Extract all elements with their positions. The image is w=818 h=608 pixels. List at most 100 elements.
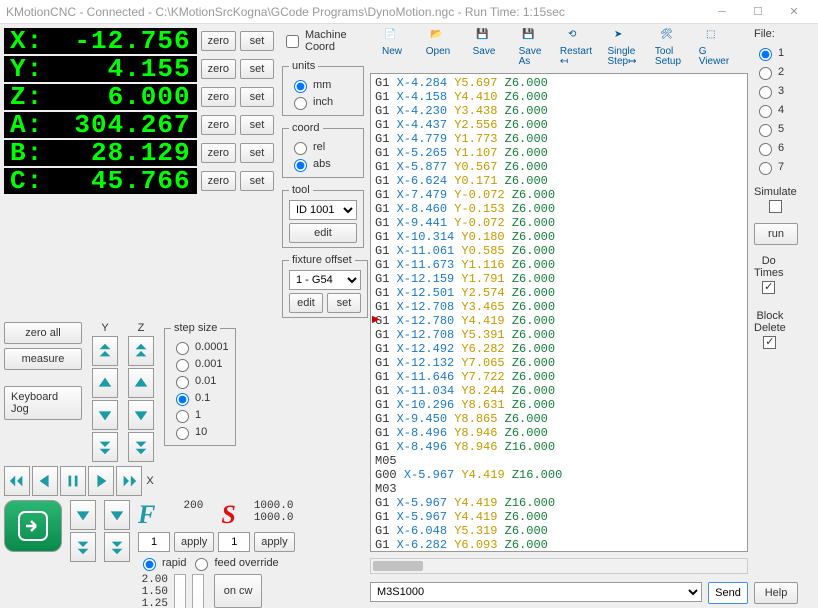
jog-z-plus-fast[interactable] bbox=[128, 336, 154, 366]
set-z-button[interactable]: set bbox=[240, 87, 274, 107]
window-minimize-button[interactable]: ─ bbox=[704, 0, 740, 24]
jog-x-plus-fast[interactable] bbox=[116, 466, 142, 496]
feed-override-radio[interactable]: feed override bbox=[190, 555, 278, 571]
gcode-line[interactable]: G1 X-8.496 Y8.946 Z16.000 bbox=[375, 440, 743, 454]
gcode-line[interactable]: G00 X-5.967 Y4.419 Z16.000 bbox=[375, 468, 743, 482]
toolbar-save-button[interactable]: 💾Save bbox=[462, 30, 506, 67]
fixture-select[interactable]: 1 - G54 bbox=[289, 270, 361, 290]
file-2-radio[interactable]: 2 bbox=[754, 64, 784, 80]
send-button[interactable]: Send bbox=[708, 582, 748, 604]
file-3-radio[interactable]: 3 bbox=[754, 83, 784, 99]
gcode-line[interactable]: G1 X-11.673 Y1.116 Z6.000 bbox=[375, 258, 743, 272]
gcode-line[interactable]: G1 X-11.646 Y7.722 Z6.000 bbox=[375, 370, 743, 384]
file-7-radio[interactable]: 7 bbox=[754, 159, 784, 175]
toolbar-new-button[interactable]: 📄New bbox=[370, 30, 414, 67]
coord-abs-radio[interactable]: abs bbox=[289, 156, 357, 172]
jog-x-plus[interactable] bbox=[88, 466, 114, 496]
gcode-line[interactable]: G1 X-11.034 Y8.244 Z6.000 bbox=[375, 384, 743, 398]
gcode-line[interactable]: G1 X-7.479 Y-0.072 Z6.000 bbox=[375, 188, 743, 202]
zero-c-button[interactable]: zero bbox=[201, 171, 236, 191]
gcode-listing[interactable]: G1 X-4.284 Y5.697 Z6.000G1 X-4.158 Y4.41… bbox=[370, 73, 748, 552]
fixture-edit-button[interactable]: edit bbox=[289, 293, 323, 313]
set-b-button[interactable]: set bbox=[240, 143, 274, 163]
jog-pause[interactable] bbox=[60, 466, 86, 496]
spindle-override-slider[interactable] bbox=[192, 574, 204, 608]
fixture-set-button[interactable]: set bbox=[327, 293, 361, 313]
zero-b-button[interactable]: zero bbox=[201, 143, 236, 163]
gcode-line[interactable]: G1 X-6.282 Y6.093 Z6.000 bbox=[375, 538, 743, 552]
rapid-radio[interactable]: rapid bbox=[138, 555, 186, 571]
jog-z-minus-fast[interactable] bbox=[128, 432, 154, 462]
spindle-cw-button[interactable]: on cw bbox=[214, 574, 262, 608]
step-col1-down-fast[interactable] bbox=[70, 532, 96, 562]
step-1-radio[interactable]: 1 bbox=[171, 407, 229, 423]
window-close-button[interactable]: ✕ bbox=[776, 0, 812, 24]
gcode-line[interactable]: G1 X-4.779 Y1.773 Z6.000 bbox=[375, 132, 743, 146]
jog-z-minus[interactable] bbox=[128, 400, 154, 430]
gcode-line[interactable]: G1 X-4.437 Y2.556 Z6.000 bbox=[375, 118, 743, 132]
toolbar-gview-button[interactable]: ⬚G Viewer bbox=[692, 30, 736, 67]
zero-a-button[interactable]: zero bbox=[201, 115, 236, 135]
window-maximize-button[interactable]: ☐ bbox=[740, 0, 776, 24]
gcode-line[interactable]: G1 X-12.708 Y3.465 Z6.000 bbox=[375, 300, 743, 314]
jog-y-minus[interactable] bbox=[92, 400, 118, 430]
spindle-apply-button[interactable]: apply bbox=[254, 532, 294, 552]
step-0.01-radio[interactable]: 0.01 bbox=[171, 373, 229, 389]
zero-z-button[interactable]: zero bbox=[201, 87, 236, 107]
jog-y-plus-fast[interactable] bbox=[92, 336, 118, 366]
gcode-line[interactable]: G1 X-12.159 Y1.791 Z6.000 bbox=[375, 272, 743, 286]
cycle-start-button[interactable] bbox=[4, 500, 62, 552]
jog-x-minus-fast[interactable] bbox=[4, 466, 30, 496]
gcode-line[interactable]: G1 X-11.061 Y0.585 Z6.000 bbox=[375, 244, 743, 258]
gcode-line[interactable]: G1 X-12.708 Y5.391 Z6.000 bbox=[375, 328, 743, 342]
units-mm-radio[interactable]: mm bbox=[289, 77, 357, 93]
measure-button[interactable]: measure bbox=[4, 348, 82, 370]
step-10-radio[interactable]: 10 bbox=[171, 424, 229, 440]
gcode-line[interactable]: G1 X-12.501 Y2.574 Z6.000 bbox=[375, 286, 743, 300]
gcode-line[interactable]: M05 bbox=[375, 454, 743, 468]
spindle-override-input[interactable] bbox=[218, 532, 250, 552]
jog-x-minus[interactable] bbox=[32, 466, 58, 496]
set-x-button[interactable]: set bbox=[240, 31, 274, 51]
file-1-radio[interactable]: 1 bbox=[754, 45, 784, 61]
gcode-line[interactable]: G1 X-10.314 Y0.180 Z6.000 bbox=[375, 230, 743, 244]
gcode-line[interactable]: ▶G1 X-12.780 Y4.419 Z6.000 bbox=[375, 314, 743, 328]
gcode-line[interactable]: G1 X-5.967 Y4.419 Z16.000 bbox=[375, 496, 743, 510]
gcode-line[interactable]: G1 X-5.967 Y4.419 Z6.000 bbox=[375, 510, 743, 524]
tool-edit-button[interactable]: edit bbox=[289, 223, 357, 243]
zero-y-button[interactable]: zero bbox=[201, 59, 236, 79]
gcode-hscrollbar[interactable] bbox=[370, 558, 748, 574]
feed-override-slider[interactable] bbox=[174, 574, 186, 608]
simulate-checkbox[interactable] bbox=[769, 200, 782, 213]
jog-z-plus[interactable] bbox=[128, 368, 154, 398]
block-delete-checkbox[interactable] bbox=[763, 336, 776, 349]
run-button[interactable]: run bbox=[754, 223, 798, 245]
feed-apply-button[interactable]: apply bbox=[174, 532, 214, 552]
gcode-line[interactable]: G1 X-10.296 Y8.631 Z6.000 bbox=[375, 398, 743, 412]
gcode-line[interactable]: G1 X-8.496 Y8.946 Z6.000 bbox=[375, 426, 743, 440]
toolbar-restart-button[interactable]: ⟲Restart ↤ bbox=[554, 30, 598, 67]
feed-override-input[interactable] bbox=[138, 532, 170, 552]
gcode-line[interactable]: G1 X-9.450 Y8.865 Z6.000 bbox=[375, 412, 743, 426]
gcode-line[interactable]: G1 X-4.284 Y5.697 Z6.000 bbox=[375, 76, 743, 90]
step-0.001-radio[interactable]: 0.001 bbox=[171, 356, 229, 372]
gcode-line[interactable]: G1 X-4.158 Y4.410 Z6.000 bbox=[375, 90, 743, 104]
gcode-line[interactable]: M03 bbox=[375, 482, 743, 496]
set-c-button[interactable]: set bbox=[240, 171, 274, 191]
file-4-radio[interactable]: 4 bbox=[754, 102, 784, 118]
step-col2-down-fast[interactable] bbox=[104, 532, 130, 562]
step-0.1-radio[interactable]: 0.1 bbox=[171, 390, 229, 406]
step-col1-down[interactable] bbox=[70, 500, 96, 530]
gcode-line[interactable]: G1 X-5.265 Y1.107 Z6.000 bbox=[375, 146, 743, 160]
set-a-button[interactable]: set bbox=[240, 115, 274, 135]
set-y-button[interactable]: set bbox=[240, 59, 274, 79]
toolbar-tool-button[interactable]: 🛠Tool Setup bbox=[646, 30, 690, 67]
keyboard-jog-button[interactable]: Keyboard Jog bbox=[4, 386, 82, 420]
toolbar-open-button[interactable]: 📂Open bbox=[416, 30, 460, 67]
mdi-command-select[interactable]: M3S1000 bbox=[370, 582, 702, 602]
gcode-line[interactable]: G1 X-8.460 Y-0.153 Z6.000 bbox=[375, 202, 743, 216]
file-6-radio[interactable]: 6 bbox=[754, 140, 784, 156]
step-0.0001-radio[interactable]: 0.0001 bbox=[171, 339, 229, 355]
help-button[interactable]: Help bbox=[754, 582, 798, 604]
gcode-line[interactable]: G1 X-6.624 Y0.171 Z6.000 bbox=[375, 174, 743, 188]
